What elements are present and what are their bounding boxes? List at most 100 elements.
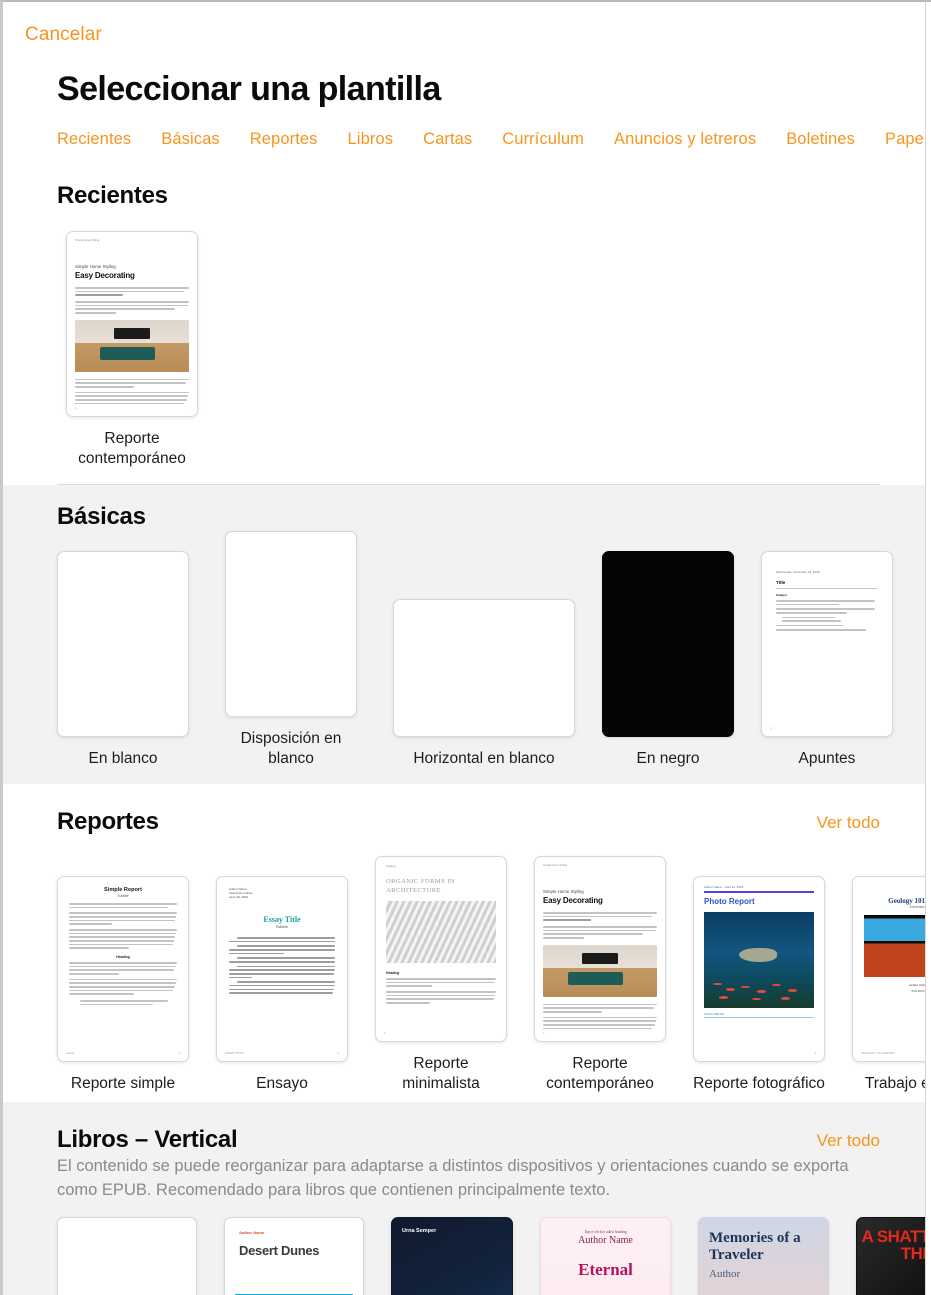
thumb-page-number: 1 — [814, 1051, 816, 1055]
template-row-reportes: Simple Report Subtitle Heading Footer 1 … — [57, 856, 931, 1094]
template-card-reporte-contemporaneo[interactable]: Simple Home Styling Simple Home Styling … — [57, 231, 207, 469]
cover-title: A SHATTER IN THE — [861, 1227, 931, 1263]
cover-title: Urna Semper — [402, 1228, 437, 1234]
thumb-footer: ESSAY TITLE — [225, 1051, 244, 1055]
thumb-kicker: Simple Home Styling — [543, 864, 568, 867]
template-thumbnail[interactable]: Wednesday, December 19, 2018 Title Subje… — [761, 551, 893, 737]
see-all-reportes[interactable]: Ver todo — [817, 813, 880, 833]
template-thumbnail[interactable]: Author Name Desert Dunes — [224, 1217, 364, 1295]
template-card-ensayo[interactable]: Author Name Instructor's Name June 29, 2… — [216, 876, 348, 1094]
thumb-bullets — [776, 600, 878, 632]
thumb-heading: Heading — [116, 954, 130, 959]
template-thumbnail[interactable] — [57, 1217, 197, 1295]
category-tabbar[interactable]: Recientes Básicas Reportes Libros Cartas… — [57, 130, 928, 149]
template-card-eternal[interactable]: Tap or click to add a heading Author Nam… — [540, 1217, 671, 1295]
thumb-title: ORGANIC FORMS IN ARCHITECTURE — [386, 878, 456, 894]
template-thumbnail[interactable]: Geology 101 Report Subheading Author Nam… — [852, 876, 931, 1062]
vertical-scrollbar[interactable] — [925, 2, 926, 1295]
template-thumbnail[interactable]: Heading ORGANIC FORMS IN ARCHITECTURE He… — [375, 856, 507, 1042]
cover-author: Author Name — [578, 1235, 633, 1246]
thumb-page-number: 1 — [543, 1031, 545, 1035]
thumb-heading: Easy Decorating — [543, 896, 603, 905]
template-thumbnail[interactable]: Simple Report Subtitle Heading Footer 1 — [57, 876, 189, 1062]
template-card-reporte-minimalista[interactable]: Heading ORGANIC FORMS IN ARCHITECTURE He… — [375, 856, 507, 1094]
thumb-title: Title — [776, 580, 786, 585]
template-card-en-negro[interactable]: En negro — [602, 551, 734, 769]
template-card-memories-of-a-traveler[interactable]: Memories of a Traveler Author — [698, 1217, 829, 1295]
thumb-photo — [543, 944, 657, 997]
template-card-horizontal-en-blanco[interactable]: Horizontal en blanco — [393, 599, 575, 769]
thumb-kicker: Heading — [386, 865, 396, 868]
thumb-rule — [704, 891, 814, 893]
template-caption: Reporte fotográfico — [693, 1075, 825, 1092]
template-caption: Apuntes — [798, 750, 856, 767]
cancel-button[interactable]: Cancelar — [25, 24, 102, 46]
template-caption: Reporte minimalista — [402, 1055, 480, 1092]
template-card-libro-en-blanco[interactable] — [57, 1217, 197, 1295]
tab-cartas[interactable]: Cartas — [423, 130, 472, 149]
tab-papel[interactable]: Papel — [885, 130, 928, 149]
thumb-title: Geology 101 Report — [888, 897, 931, 905]
thumb-photo — [704, 911, 814, 1008]
template-row-recientes: Simple Home Styling Simple Home Styling … — [57, 231, 207, 469]
cover-title: Memories of a Traveler — [709, 1230, 801, 1263]
thumb-footer: Footer — [66, 1051, 75, 1055]
tab-recientes[interactable]: Recientes — [57, 130, 131, 149]
template-card-en-blanco[interactable]: En blanco — [57, 551, 189, 769]
thumb-course: Fall 2023 — [911, 989, 925, 993]
template-thumbnail[interactable]: Memories of a Traveler Author — [698, 1217, 829, 1295]
thumb-caption-lines — [543, 1003, 657, 1030]
template-card-disposicion-en-blanco[interactable]: Disposición en blanco — [216, 531, 366, 769]
template-thumbnail[interactable] — [57, 551, 189, 737]
thumb-page-number: 1 — [178, 1051, 180, 1055]
template-thumbnail[interactable] — [225, 531, 357, 717]
tab-reportes[interactable]: Reportes — [250, 130, 318, 149]
tab-curriculum[interactable]: Currículum — [502, 130, 584, 149]
thumb-body-lines — [229, 937, 335, 994]
thumb-title: Essay Title — [263, 915, 301, 924]
section-title-recientes: Recientes — [57, 182, 168, 209]
section-title-reportes: Reportes — [57, 808, 159, 835]
thumb-date: June 29, 2020 — [229, 895, 249, 899]
thumb-subtitle: Subtitle — [275, 924, 289, 929]
see-all-libros-vertical[interactable]: Ver todo — [817, 1131, 880, 1151]
thumb-body-lines-2 — [69, 961, 177, 1006]
template-card-trabajo-escolar[interactable]: Geology 101 Report Subheading Author Nam… — [852, 876, 931, 1094]
template-chooser-window: Cancelar Seleccionar una plantilla Recie… — [0, 0, 931, 1295]
template-card-reporte-contemporaneo[interactable]: Simple Home Styling Simple Home Styling … — [534, 856, 666, 1094]
page-title: Seleccionar una plantilla — [57, 70, 441, 108]
template-thumbnail[interactable]: Author Name – April 14, 2022 Photo Repor… — [693, 876, 825, 1062]
tab-boletines[interactable]: Boletines — [786, 130, 855, 149]
tab-basicas[interactable]: Básicas — [161, 130, 219, 149]
thumb-body-lines — [543, 912, 657, 939]
template-card-reporte-simple[interactable]: Simple Report Subtitle Heading Footer 1 … — [57, 876, 189, 1094]
turtle-shape — [739, 948, 777, 962]
template-caption: Reporte simple — [70, 1075, 176, 1092]
template-row-basicas: En blanco Disposición en blanco Horizont… — [57, 531, 893, 769]
template-thumbnail[interactable]: Author Name Instructor's Name June 29, 2… — [216, 876, 348, 1062]
template-thumbnail[interactable] — [393, 599, 575, 737]
template-thumbnail[interactable]: Tap or click to add a heading Author Nam… — [540, 1217, 671, 1295]
template-card-apuntes[interactable]: Wednesday, December 19, 2018 Title Subje… — [761, 551, 893, 769]
thumb-subject: Subject — [776, 593, 787, 597]
template-card-urna-semper[interactable]: Urna Semper — [391, 1217, 513, 1295]
cover-title: Desert Dunes — [239, 1243, 320, 1258]
template-card-a-shatter-in-the[interactable]: A SHATTER IN THE — [856, 1217, 931, 1295]
section-title-basicas: Básicas — [57, 503, 146, 530]
template-thumbnail[interactable]: A SHATTER IN THE — [856, 1217, 931, 1295]
tab-anuncios-y-letreros[interactable]: Anuncios y letreros — [614, 130, 756, 149]
tab-libros[interactable]: Libros — [348, 130, 394, 149]
section-description-libros-vertical: El contenido se puede reorganizar para a… — [57, 1157, 849, 1199]
template-caption: Reporte contemporáneo — [546, 1055, 654, 1092]
template-thumbnail[interactable] — [602, 551, 734, 737]
thumb-page-number: 1 — [770, 726, 772, 730]
template-thumbnail[interactable]: Simple Home Styling Simple Home Styling … — [534, 856, 666, 1042]
template-card-desert-dunes[interactable]: Author Name Desert Dunes — [224, 1217, 364, 1295]
template-card-reporte-fotografico[interactable]: Author Name – April 14, 2022 Photo Repor… — [693, 876, 825, 1094]
section-basicas: Básicas En blanco Disposición en blanco … — [3, 485, 929, 784]
thumb-footer: GEOLOGY 101 REPORT — [861, 1051, 896, 1055]
template-thumbnail[interactable]: Simple Home Styling Simple Home Styling … — [66, 231, 198, 417]
template-caption: Reporte contemporáneo — [78, 430, 186, 467]
template-thumbnail[interactable]: Urna Semper — [391, 1217, 513, 1295]
window-right-edge — [926, 2, 931, 1295]
